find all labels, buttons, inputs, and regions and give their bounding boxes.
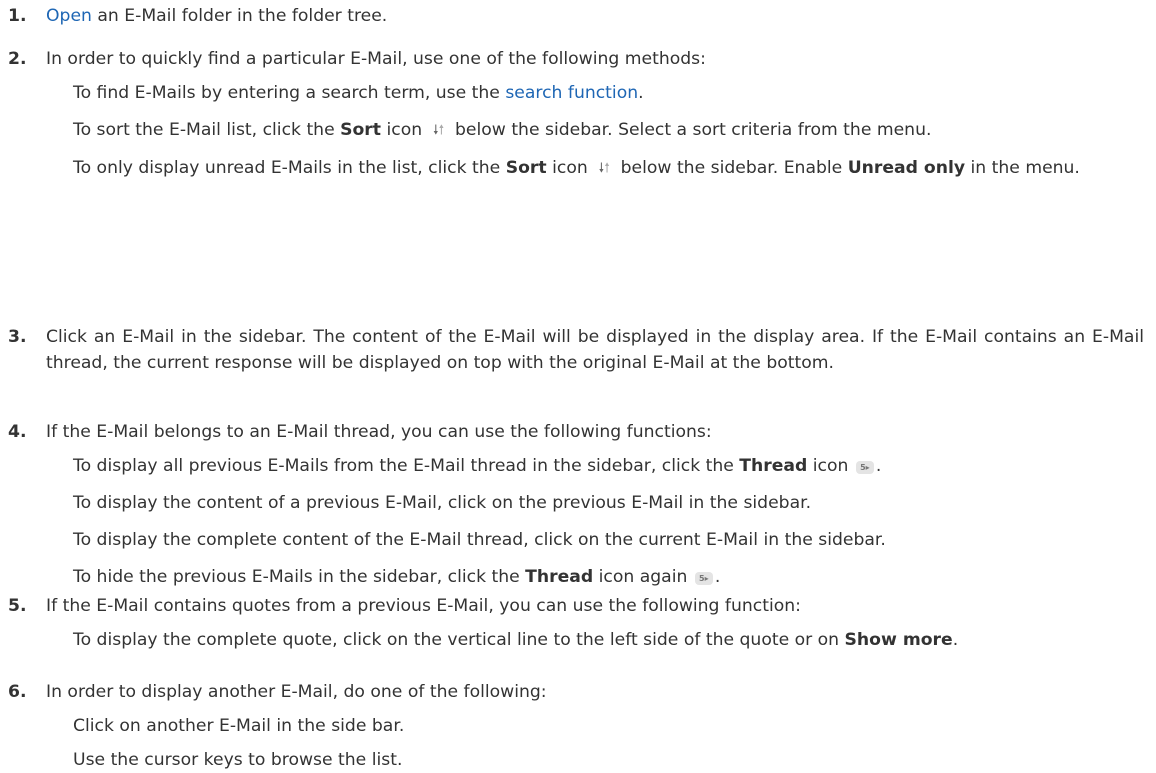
- step-number: 4.: [8, 422, 27, 442]
- step-number: 1.: [8, 6, 27, 26]
- step-text: In order to display another E-Mail, do o…: [46, 682, 547, 702]
- substep: To display all previous E-Mails from the…: [73, 456, 882, 476]
- step-number: 6.: [8, 682, 27, 702]
- step-number: 2.: [8, 49, 27, 69]
- thread-icon: 5▸: [855, 461, 874, 474]
- sort-icon: 🠗🠕: [432, 123, 445, 138]
- substep: To find E-Mails by entering a search ter…: [73, 83, 644, 103]
- substep: To sort the E-Mail list, click the Sort …: [73, 117, 1144, 144]
- ui-label-sort: Sort: [340, 120, 381, 140]
- ui-label-show-more: Show more: [844, 630, 953, 650]
- ui-label-thread: Thread: [525, 567, 594, 587]
- substep: Use the cursor keys to browse the list.: [73, 750, 403, 770]
- substep: To only display unread E-Mails in the li…: [73, 155, 1144, 182]
- substep: Click on another E-Mail in the side bar.: [73, 716, 405, 736]
- sort-icon: 🠗🠕: [598, 161, 610, 176]
- substep: To display the complete content of the E…: [73, 530, 886, 550]
- open-link[interactable]: Open: [46, 6, 92, 26]
- step-text: an E-Mail folder in the folder tree.: [91, 6, 388, 26]
- step-text: Click an E-Mail in the sidebar. The cont…: [46, 327, 1144, 373]
- step-number: 3.: [8, 327, 27, 347]
- search-function-link[interactable]: search function: [505, 83, 638, 103]
- step-number: 5.: [8, 596, 27, 616]
- substep: To hide the previous E-Mails in the side…: [73, 567, 721, 587]
- document: 1. Open an E-Mail folder in the folder t…: [0, 0, 1156, 770]
- thread-icon: 5▸: [694, 572, 713, 585]
- ui-label-thread: Thread: [739, 456, 808, 476]
- substep: To display the complete quote, click on …: [73, 630, 959, 650]
- step-text: If the E-Mail belongs to an E-Mail threa…: [46, 422, 712, 442]
- ui-label-unread-only: Unread only: [847, 158, 966, 178]
- ui-label-sort: Sort: [505, 158, 547, 178]
- step-text: In order to quickly find a particular E-…: [46, 49, 706, 69]
- step-text: If the E-Mail contains quotes from a pre…: [46, 596, 801, 616]
- substep: To display the content of a previous E-M…: [73, 493, 812, 513]
